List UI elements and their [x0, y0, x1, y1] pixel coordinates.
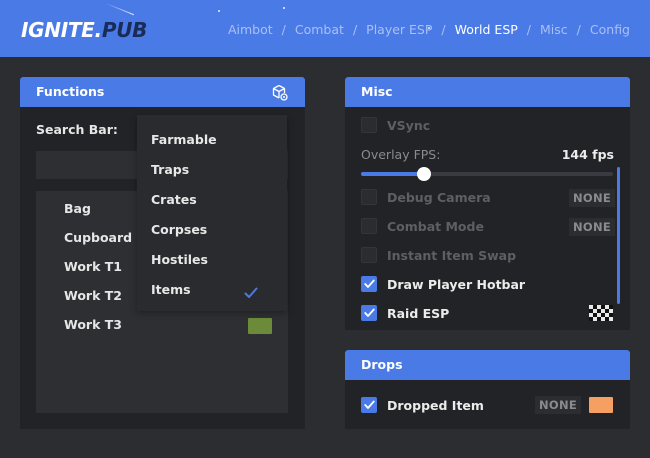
star-decoration: [283, 7, 285, 9]
misc-panel-header: Misc: [345, 77, 630, 107]
dropdown-item-items[interactable]: Items: [151, 282, 191, 297]
list-item-cupboard[interactable]: Cupboard: [64, 230, 132, 245]
category-dropdown: Farmable Traps Crates Corpses Hostiles I…: [137, 115, 287, 311]
tab-aimbot[interactable]: Aimbot: [228, 22, 273, 37]
overlay-fps-slider[interactable]: [361, 167, 613, 181]
nav-separator: /: [526, 22, 532, 37]
combat-mode-label: Combat Mode: [387, 219, 484, 234]
dropdown-item-crates[interactable]: Crates: [151, 192, 197, 207]
list-item-work-t2[interactable]: Work T2: [64, 288, 122, 303]
nav-separator: /: [576, 22, 581, 37]
tab-config[interactable]: Config: [590, 22, 630, 37]
tab-world-esp[interactable]: World ESP: [455, 22, 518, 37]
raid-esp-checkbox[interactable]: [361, 305, 377, 321]
drops-panel-title: Drops: [361, 357, 403, 372]
list-item-bag[interactable]: Bag: [64, 201, 91, 216]
misc-panel: Misc VSync Overlay FPS: 144 fps Debug Ca…: [345, 77, 630, 330]
combat-mode-keybind[interactable]: NONE: [569, 218, 616, 236]
list-item-work-t1[interactable]: Work T1: [64, 259, 122, 274]
instant-item-swap-checkbox[interactable]: [361, 247, 377, 263]
tab-combat[interactable]: Combat: [295, 22, 344, 37]
list-item-work-t3[interactable]: Work T3: [64, 317, 122, 332]
draw-player-hotbar-label: Draw Player Hotbar: [387, 277, 526, 292]
vsync-label: VSync: [387, 118, 431, 133]
raid-esp-label: Raid ESP: [387, 306, 450, 321]
dropped-item-color-swatch[interactable]: [589, 397, 613, 413]
checkmark-icon: [244, 284, 258, 303]
dropdown-item-farmable[interactable]: Farmable: [151, 132, 217, 147]
checkmark-icon: [364, 279, 375, 288]
functions-panel-header: Functions: [20, 77, 305, 107]
raid-esp-color-swatch[interactable]: [589, 305, 613, 321]
dropped-item-keybind[interactable]: NONE: [535, 396, 582, 414]
debug-camera-label: Debug Camera: [387, 190, 491, 205]
misc-panel-title: Misc: [361, 84, 393, 99]
misc-scrollbar[interactable]: [617, 167, 620, 304]
shooting-star-decoration: [105, 3, 135, 16]
functions-panel-title: Functions: [36, 84, 105, 99]
gear-cube-icon[interactable]: [271, 84, 289, 102]
dropdown-item-traps[interactable]: Traps: [151, 162, 189, 177]
overlay-fps-value: 144 fps: [561, 147, 614, 162]
nav-separator: /: [281, 22, 286, 37]
star-decoration: [218, 10, 220, 12]
dropped-item-checkbox[interactable]: [361, 397, 377, 413]
logo: IGNITE.PUB: [21, 18, 148, 42]
debug-camera-checkbox[interactable]: [361, 189, 377, 205]
dropped-item-label: Dropped Item: [387, 398, 484, 413]
dropdown-item-corpses[interactable]: Corpses: [151, 222, 207, 237]
drops-panel: Drops Dropped Item NONE: [345, 350, 630, 429]
checkmark-icon: [364, 400, 375, 409]
search-label: Search Bar:: [36, 122, 118, 137]
vsync-checkbox[interactable]: [361, 117, 377, 133]
draw-player-hotbar-checkbox[interactable]: [361, 276, 377, 292]
checkmark-icon: [364, 308, 375, 317]
overlay-fps-slider-thumb[interactable]: [417, 167, 431, 181]
main-nav: Aimbot / Combat / Player ESP / World ESP…: [228, 22, 630, 37]
tab-player-esp[interactable]: Player ESP: [366, 22, 432, 37]
header-bar: IGNITE.PUB Aimbot / Combat / Player ESP …: [0, 0, 650, 57]
combat-mode-checkbox[interactable]: [361, 218, 377, 234]
debug-camera-keybind[interactable]: NONE: [569, 189, 616, 207]
functions-panel: Functions Search Bar: Bag Cupboard Work …: [20, 77, 305, 429]
tab-misc[interactable]: Misc: [540, 22, 568, 37]
nav-separator: /: [352, 22, 358, 37]
drops-panel-header: Drops: [345, 350, 630, 380]
nav-separator: /: [441, 22, 446, 37]
dropdown-item-hostiles[interactable]: Hostiles: [151, 252, 208, 267]
overlay-fps-label: Overlay FPS:: [361, 147, 441, 162]
instant-item-swap-label: Instant Item Swap: [387, 248, 517, 263]
work-t3-color-swatch[interactable]: [248, 318, 272, 334]
overlay-fps-slider-fill: [361, 172, 424, 176]
